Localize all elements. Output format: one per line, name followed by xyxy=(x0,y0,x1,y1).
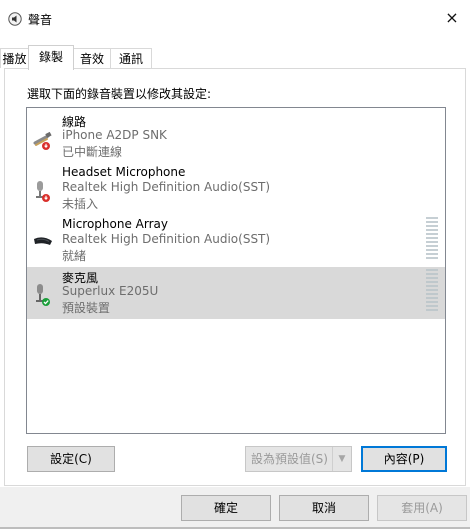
device-item-line-in[interactable]: 線路 iPhone A2DP SNK 已中斷連線 xyxy=(27,111,445,163)
device-driver: Realtek High Definition Audio(SST) xyxy=(62,180,271,194)
tab-recording[interactable]: 錄製 xyxy=(28,45,74,70)
speaker-icon xyxy=(8,12,22,26)
tab-communications[interactable]: 通訊 xyxy=(110,48,152,68)
device-item-microphone[interactable]: 麥克風 Superlux E205U 預設裝置 xyxy=(27,267,445,319)
tab-playback[interactable]: 播放 xyxy=(0,48,29,68)
properties-button[interactable]: 內容(P) xyxy=(361,446,447,472)
device-status: 就緒 xyxy=(62,249,87,263)
apply-button[interactable]: 套用(A) xyxy=(377,495,467,521)
level-meter xyxy=(426,217,438,261)
device-driver: Superlux E205U xyxy=(62,284,159,298)
instruction-text: 選取下面的錄音裝置以修改其設定: xyxy=(27,87,212,101)
level-meter xyxy=(426,269,438,313)
headset-microphone-icon xyxy=(36,181,50,202)
chevron-down-icon[interactable]: ▼ xyxy=(332,447,351,471)
microphone-array-icon xyxy=(34,237,52,245)
device-status: 未插入 xyxy=(62,197,99,211)
default-check-badge-icon xyxy=(42,298,50,306)
dialog-footer: 確定 取消 套用(A) xyxy=(0,487,470,529)
set-default-button[interactable]: 設為預設值(S) ▼ xyxy=(245,446,352,472)
title-bar: 聲音 × xyxy=(0,0,470,34)
device-item-microphone-array[interactable]: Microphone Array Realtek High Definition… xyxy=(27,215,445,267)
close-button[interactable]: × xyxy=(434,4,470,32)
cancel-button[interactable]: 取消 xyxy=(279,495,369,521)
recording-device-list[interactable]: 線路 iPhone A2DP SNK 已中斷連線 Headset Microph… xyxy=(26,107,446,434)
device-item-headset-microphone[interactable]: Headset Microphone Realtek High Definiti… xyxy=(27,163,445,215)
device-status: 預設裝置 xyxy=(62,301,111,315)
microphone-icon xyxy=(36,284,50,306)
device-driver: Realtek High Definition Audio(SST) xyxy=(62,232,271,246)
window-title: 聲音 xyxy=(28,13,53,27)
device-status: 已中斷連線 xyxy=(62,145,123,159)
configure-button[interactable]: 設定(C) xyxy=(27,446,115,472)
line-in-cable-icon xyxy=(33,131,52,150)
device-driver: iPhone A2DP SNK xyxy=(62,128,167,142)
set-default-label: 設為預設值(S) xyxy=(251,452,328,466)
device-name: Headset Microphone xyxy=(62,165,186,179)
device-name: Microphone Array xyxy=(62,217,168,231)
tab-sounds[interactable]: 音效 xyxy=(73,48,111,68)
tab-strip: 播放 錄製 音效 通訊 xyxy=(0,45,470,70)
ok-button[interactable]: 確定 xyxy=(181,495,271,521)
